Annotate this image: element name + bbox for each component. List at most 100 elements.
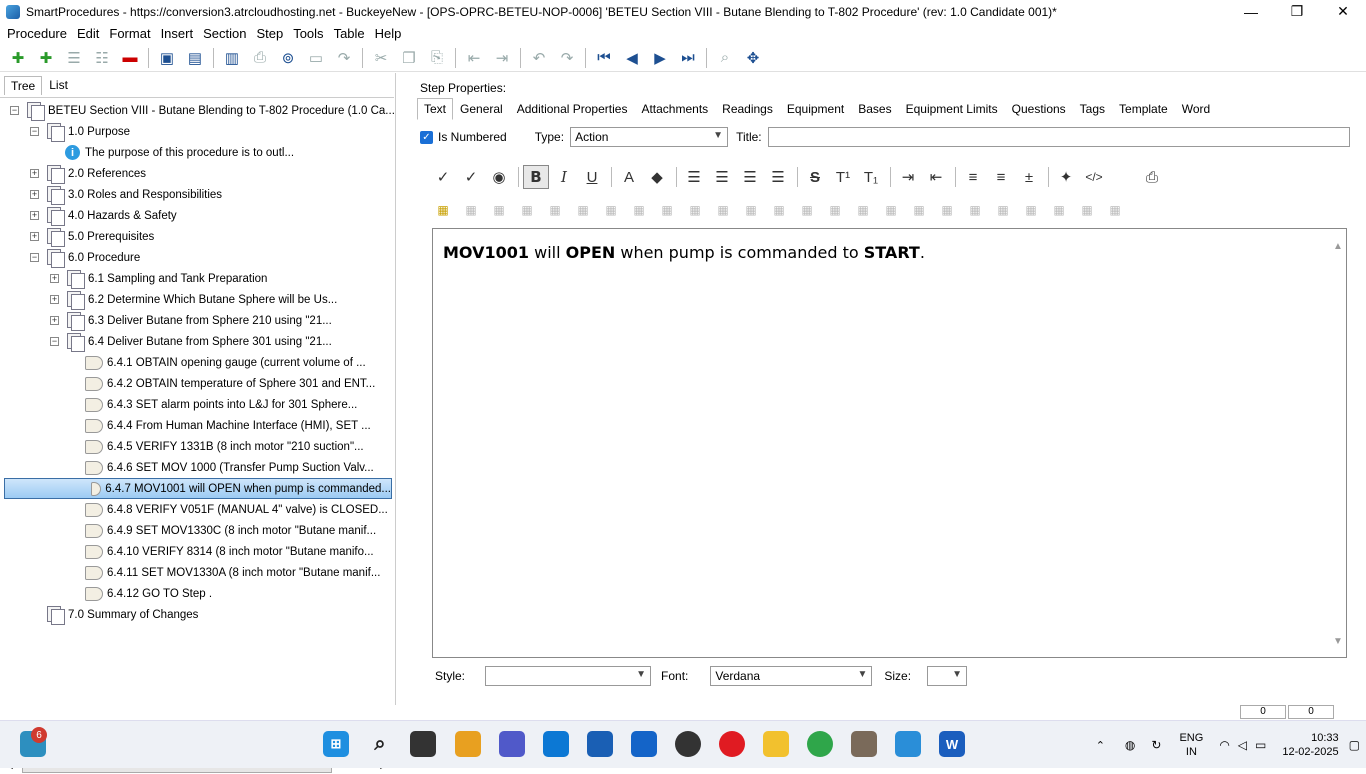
spellcheck-all-icon[interactable]: ✓ [458,165,484,189]
move-icon[interactable]: ✥ [742,47,764,69]
table-icon[interactable]: ▦ [738,200,764,220]
editor-vertical-scrollbar[interactable]: ▲ ▼ [1330,229,1346,657]
menu-procedure[interactable]: Procedure [2,26,72,41]
tab-equipment[interactable]: Equipment [780,98,851,120]
file-explorer-icon[interactable] [763,731,789,757]
tab-text[interactable]: Text [417,98,454,120]
align-right-icon[interactable]: ☰ [737,165,763,189]
tab-word[interactable]: Word [1175,98,1217,120]
tree-node[interactable]: +4.0 Hazards & Safety [30,205,177,226]
table-icon[interactable]: ▦ [1018,200,1044,220]
strikethrough-button[interactable]: S [802,165,828,189]
chrome-icon[interactable] [807,731,833,757]
previous-icon[interactable]: ◀ [621,47,643,69]
remove-icon[interactable]: ▬ [119,47,141,69]
tree-node[interactable]: 6.4.6 SET MOV 1000 (Transfer Pump Suctio… [70,457,374,478]
list-detail-icon[interactable]: ☷ [91,47,113,69]
tab-tags[interactable]: Tags [1073,98,1112,120]
tree-node[interactable]: 6.4.2 OBTAIN temperature of Sphere 301 a… [70,373,375,394]
tree-node[interactable]: − BETEU Section VIII - Butane Blending to… [10,100,394,121]
table-icon[interactable]: ▦ [962,200,988,220]
export-icon[interactable]: ▥ [221,47,243,69]
table-icon[interactable]: ▦ [906,200,932,220]
tree-node[interactable]: i The purpose of this procedure is to out… [50,142,294,163]
html-source-icon[interactable]: </> [1081,165,1107,189]
menu-format[interactable]: Format [104,26,155,41]
tree-node[interactable]: 6.4.11 SET MOV1330A (8 inch motor "Butan… [70,562,380,583]
language-indicator[interactable]: ENG IN [1179,731,1203,759]
table-icon[interactable]: ▦ [514,200,540,220]
last-icon[interactable]: ⏭ [677,47,699,69]
outdent-icon[interactable]: ⇤ [463,47,485,69]
align-center-icon[interactable]: ☰ [709,165,735,189]
save-all-icon[interactable]: ▣ [156,47,178,69]
magic-wand-icon[interactable]: ✦ [1053,165,1079,189]
redo-icon[interactable]: ↷ [556,47,578,69]
indent-icon[interactable]: ⇥ [491,47,513,69]
tree-node[interactable]: 6.4.9 SET MOV1330C (8 inch motor "Butane… [70,520,376,541]
style-select[interactable]: ▼ [485,666,652,686]
close-button[interactable]: ✕ [1320,0,1366,23]
expand-icon[interactable]: + [50,316,59,325]
tree-node[interactable]: 7.0 Summary of Changes [30,604,198,625]
title-input[interactable] [767,127,1350,147]
expand-icon[interactable]: + [30,169,39,178]
tree-node[interactable]: 6.4.7 MOV1001 will OPEN when pump is com… [4,478,392,499]
expand-icon[interactable]: + [30,232,39,241]
edge-icon[interactable] [543,731,569,757]
insert-table-icon[interactable]: ▦ [430,200,456,220]
tab-attachments[interactable]: Attachments [634,98,715,120]
table-icon[interactable]: ▦ [850,200,876,220]
table-icon[interactable]: ▦ [1102,200,1128,220]
tree-node[interactable]: − 6.4 Deliver Butane from Sphere 301 usin… [50,331,332,352]
table-icon[interactable]: ▦ [934,200,960,220]
table-icon[interactable]: ▦ [458,200,484,220]
indent-icon[interactable]: ⇥ [895,165,921,189]
menu-section[interactable]: Section [198,26,251,41]
search-icon[interactable]: ⌕ [367,731,393,757]
tree-node[interactable]: − 6.0 Procedure [30,247,140,268]
tree-node[interactable]: − 1.0 Purpose [30,121,130,142]
superscript-button[interactable]: T¹ [830,165,856,189]
print-icon[interactable]: ⎙ [1139,165,1165,189]
tree-node[interactable]: +5.0 Prerequisites [30,226,154,247]
tree-node[interactable]: 6.4.4 From Human Machine Interface (HMI)… [70,415,371,436]
table-icon[interactable]: ▦ [766,200,792,220]
teams-icon[interactable] [499,731,525,757]
frame-icon[interactable]: ▭ [305,47,327,69]
scroll-up-icon[interactable]: ▲ [1333,241,1343,252]
sound-icon[interactable]: ◉ [486,165,512,189]
paste-icon[interactable]: ⎘ [426,47,448,69]
type-select[interactable]: Action ▼ [570,127,729,147]
table-icon[interactable]: ▦ [542,200,568,220]
add-child-icon[interactable]: ✚ [35,47,57,69]
table-icon[interactable]: ▦ [990,200,1016,220]
undo-icon[interactable]: ↶ [528,47,550,69]
table-icon[interactable]: ▦ [1074,200,1100,220]
tab-list[interactable]: List [42,75,75,95]
menu-step[interactable]: Step [251,26,288,41]
volume-icon[interactable]: ◁ [1238,738,1247,752]
editor-content[interactable]: MOV1001 will OPEN when pump is commanded… [443,243,925,262]
start-icon[interactable]: ⊞ [323,731,349,757]
tree-node[interactable]: 6.4.12 GO TO Step . [70,583,212,604]
table-icon[interactable]: ▦ [710,200,736,220]
tab-tree[interactable]: Tree [4,76,43,95]
font-select[interactable]: Verdana ▼ [710,666,873,686]
menu-table[interactable]: Table [329,26,370,41]
table-icon[interactable]: ▦ [1046,200,1072,220]
minimize-button[interactable]: — [1228,0,1274,23]
table-icon[interactable]: ▦ [822,200,848,220]
find-icon[interactable]: ⌕ [714,47,736,69]
menu-edit[interactable]: Edit [72,26,104,41]
powershell-icon[interactable] [631,731,657,757]
next-icon[interactable]: ▶ [649,47,671,69]
tab-bases[interactable]: Bases [851,98,898,120]
expand-icon[interactable]: + [50,274,59,283]
menu-tools[interactable]: Tools [288,26,328,41]
add-icon[interactable]: ✚ [7,47,29,69]
underline-button[interactable]: U [579,165,605,189]
network-app-icon[interactable]: ◍ [1125,738,1135,752]
copy-icon[interactable]: ❐ [398,47,420,69]
collapse-icon[interactable]: − [50,337,59,346]
